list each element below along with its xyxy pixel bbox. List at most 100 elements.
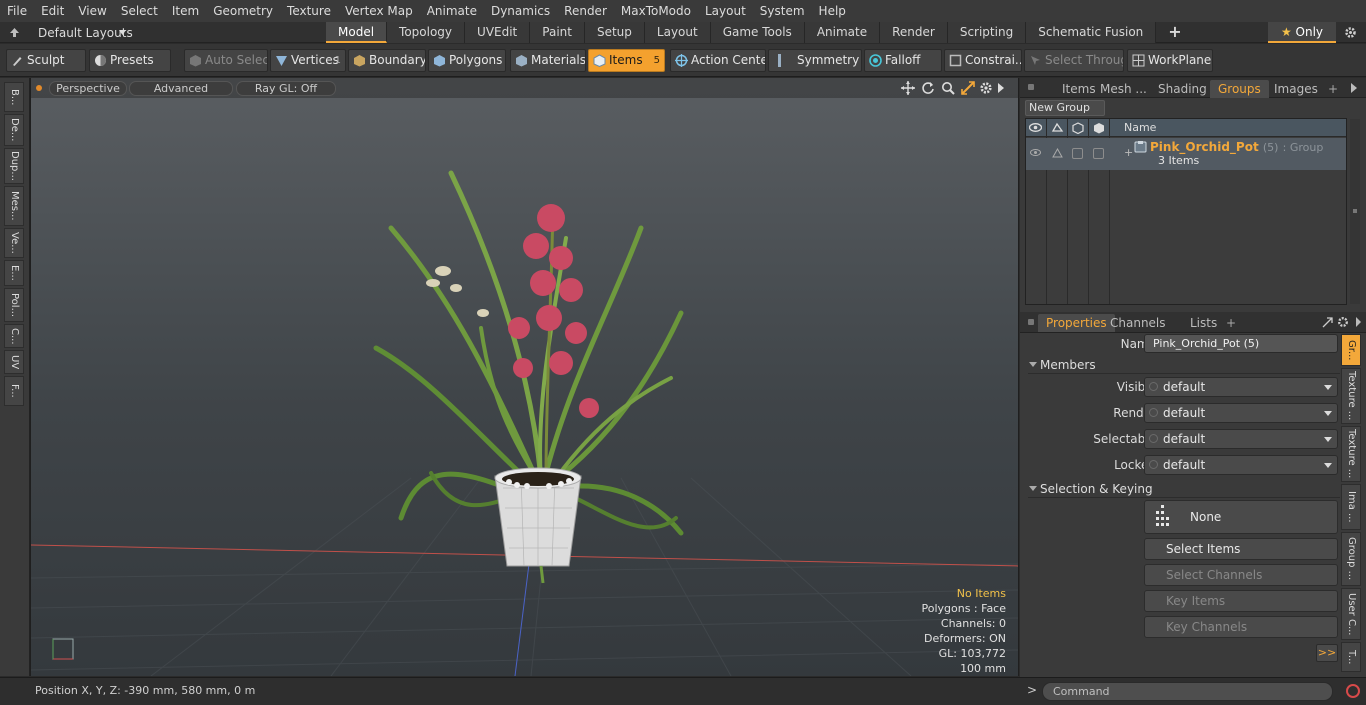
- panel-grip-icon[interactable]: [1028, 84, 1034, 90]
- constraints-button[interactable]: Constrai...: [944, 49, 1022, 72]
- tab-topology[interactable]: Topology: [387, 22, 466, 43]
- group-row-pink-orchid-pot[interactable]: + Pink_Orchid_Pot (5) : Group 3 Items: [1026, 138, 1346, 170]
- tab-model[interactable]: Model: [326, 22, 388, 43]
- none-button[interactable]: None: [1144, 500, 1338, 534]
- left-tab-curve[interactable]: C...: [4, 324, 24, 348]
- row-selectable-checkbox[interactable]: [1072, 148, 1083, 159]
- vertices-button[interactable]: Vertices 1: [270, 49, 346, 72]
- action-center-button[interactable]: Action Center: [670, 49, 766, 72]
- tab-groups[interactable]: Groups: [1210, 80, 1269, 98]
- menu-dynamics[interactable]: Dynamics: [484, 0, 557, 22]
- add-tab-button[interactable]: +: [1156, 22, 1193, 43]
- falloff-button[interactable]: Falloff: [864, 49, 942, 72]
- tab-paint[interactable]: Paint: [530, 22, 585, 43]
- gear-icon[interactable]: [1344, 26, 1357, 39]
- left-tab-mesh-edit[interactable]: Mes...: [4, 186, 24, 226]
- row-render-icon[interactable]: [1052, 148, 1063, 158]
- side-tab-image[interactable]: Ima ...: [1341, 484, 1361, 530]
- panel-more-icon[interactable]: [1350, 83, 1358, 93]
- menu-item[interactable]: Item: [165, 0, 206, 22]
- render-icon[interactable]: [1051, 122, 1064, 133]
- menu-edit[interactable]: Edit: [34, 0, 71, 22]
- tab-channels[interactable]: Channels: [1102, 314, 1174, 332]
- side-tab-tags[interactable]: T...: [1341, 642, 1361, 672]
- tab-render[interactable]: Render: [880, 22, 948, 43]
- 3d-viewport[interactable]: Perspective Advanced Ray GL: Off No Item…: [30, 78, 1019, 676]
- key-channels-button[interactable]: Key Channels: [1144, 616, 1338, 638]
- new-group-button[interactable]: New Group: [1025, 100, 1105, 116]
- left-tab-fusion[interactable]: F...: [4, 376, 24, 406]
- symmetry-button[interactable]: Symmetry: [768, 49, 862, 72]
- select-through-button[interactable]: Select Through: [1024, 49, 1124, 72]
- items-button[interactable]: Items 5: [588, 49, 665, 72]
- groups-list-scrollbar[interactable]: [1350, 119, 1360, 304]
- row-eye-icon[interactable]: [1030, 148, 1041, 157]
- tab-images[interactable]: Images: [1266, 80, 1326, 98]
- selectable-cube-icon[interactable]: [1072, 122, 1084, 134]
- side-tab-user-channels[interactable]: User C...: [1341, 588, 1361, 640]
- record-icon[interactable]: [1345, 683, 1361, 699]
- add-props-tab-button[interactable]: +: [1218, 314, 1244, 332]
- presets-button[interactable]: Presets: [89, 49, 171, 72]
- group-name[interactable]: Pink_Orchid_Pot (5) : Group: [1150, 140, 1323, 154]
- locked-dropdown[interactable]: default: [1144, 455, 1338, 475]
- menu-view[interactable]: View: [71, 0, 113, 22]
- visible-dropdown[interactable]: default: [1144, 377, 1338, 397]
- eye-icon[interactable]: [1029, 122, 1042, 133]
- boundary-button[interactable]: Boundary: [348, 49, 426, 72]
- expand-panel-icon[interactable]: [1322, 317, 1333, 328]
- more-button[interactable]: >>: [1316, 644, 1338, 662]
- tab-shading[interactable]: Shading: [1150, 80, 1215, 98]
- lock-cube-icon[interactable]: [1093, 122, 1105, 134]
- scroll-grip[interactable]: [1353, 209, 1357, 213]
- expand-plus-icon[interactable]: +: [1124, 146, 1133, 159]
- select-channels-button[interactable]: Select Channels: [1144, 564, 1338, 586]
- materials-button[interactable]: Materials: [510, 49, 586, 72]
- name-input[interactable]: Pink_Orchid_Pot (5): [1144, 334, 1338, 353]
- left-tab-edge[interactable]: E...: [4, 260, 24, 286]
- side-tab-group-2[interactable]: Group ...: [1341, 532, 1361, 586]
- menu-animate[interactable]: Animate: [420, 0, 484, 22]
- left-tab-basic[interactable]: B...: [4, 82, 24, 112]
- left-tab-deform[interactable]: De...: [4, 114, 24, 146]
- menu-vertex-map[interactable]: Vertex Map: [338, 0, 420, 22]
- left-tab-duplicate[interactable]: Dup...: [4, 148, 24, 184]
- selectable-dropdown[interactable]: default: [1144, 429, 1338, 449]
- side-tab-group[interactable]: Gr...: [1341, 334, 1361, 366]
- auto-select-button[interactable]: Auto Select: [184, 49, 268, 72]
- members-section-header[interactable]: Members: [1028, 356, 1340, 374]
- workplane-button[interactable]: WorkPlane: [1127, 49, 1213, 72]
- props-grip-icon[interactable]: [1028, 319, 1034, 325]
- side-tab-texture-2[interactable]: Texture ...: [1341, 426, 1361, 482]
- tab-scripting[interactable]: Scripting: [947, 22, 1027, 43]
- tab-uvedit[interactable]: UVEdit: [465, 22, 531, 43]
- command-input[interactable]: Command: [1042, 682, 1333, 701]
- render-dropdown[interactable]: default: [1144, 403, 1338, 423]
- menu-file[interactable]: File: [0, 0, 34, 22]
- menu-help[interactable]: Help: [812, 0, 853, 22]
- menu-select[interactable]: Select: [114, 0, 165, 22]
- only-button[interactable]: ★ Only: [1268, 22, 1336, 43]
- menu-layout[interactable]: Layout: [698, 0, 753, 22]
- side-tab-texture-1[interactable]: Texture ...: [1341, 368, 1361, 424]
- polygons-button[interactable]: Polygons: [428, 49, 506, 72]
- tab-mesh[interactable]: Mesh ...: [1092, 80, 1155, 98]
- props-gear-icon[interactable]: [1337, 316, 1349, 328]
- select-items-button[interactable]: Select Items: [1144, 538, 1338, 560]
- tab-layout[interactable]: Layout: [644, 22, 711, 43]
- menu-render[interactable]: Render: [557, 0, 614, 22]
- default-layouts-dropdown[interactable]: Default Layouts: [0, 22, 160, 43]
- key-items-button[interactable]: Key Items: [1144, 590, 1338, 612]
- add-panel-tab-button[interactable]: +: [1320, 80, 1346, 98]
- menu-system[interactable]: System: [753, 0, 812, 22]
- row-lock-checkbox[interactable]: [1093, 148, 1104, 159]
- left-tab-vertex[interactable]: Ve...: [4, 228, 24, 258]
- menu-texture[interactable]: Texture: [280, 0, 338, 22]
- selection-keying-section-header[interactable]: Selection & Keying: [1028, 480, 1340, 498]
- tab-game-tools[interactable]: Game Tools: [710, 22, 805, 43]
- left-tab-polygon[interactable]: Pol...: [4, 288, 24, 322]
- tab-schematic-fusion[interactable]: Schematic Fusion: [1026, 22, 1157, 43]
- sculpt-button[interactable]: Sculpt: [6, 49, 86, 72]
- props-more-icon[interactable]: [1355, 317, 1362, 327]
- left-tab-uv[interactable]: UV: [4, 350, 24, 374]
